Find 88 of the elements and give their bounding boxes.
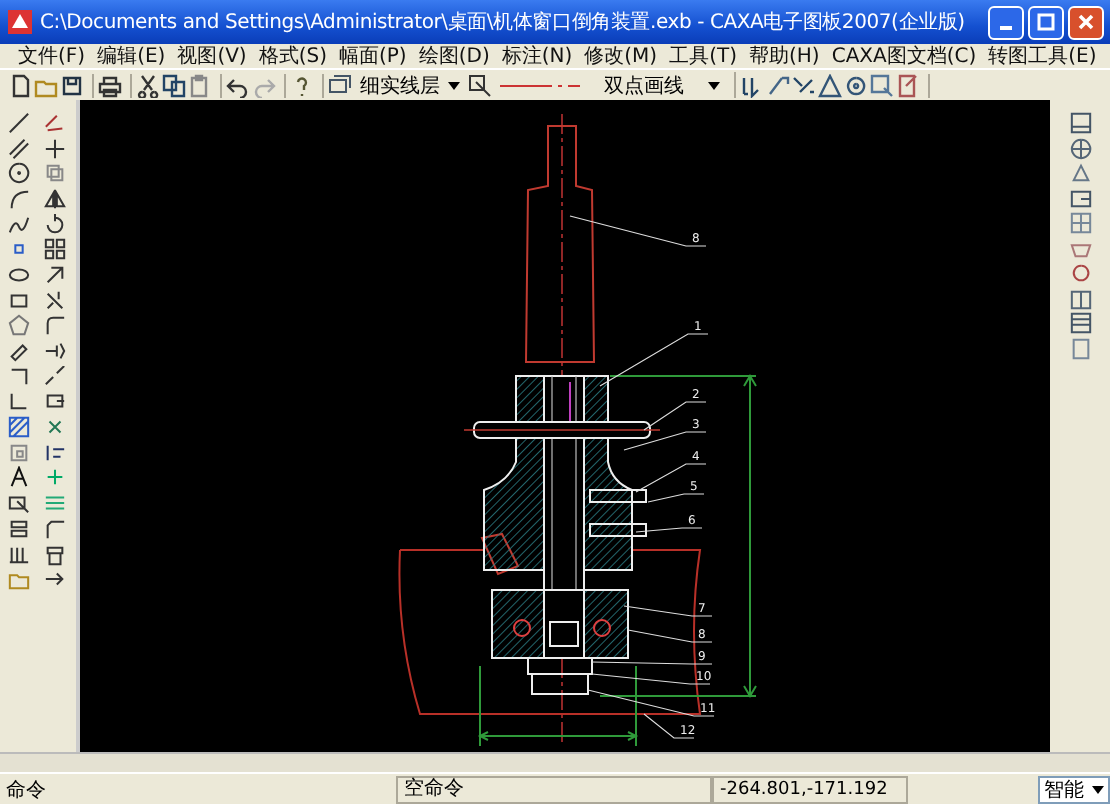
layer-list-icon[interactable] (7, 517, 29, 540)
polygon-icon[interactable] (7, 314, 29, 337)
maximize-button[interactable] (1028, 5, 1064, 39)
text-icon[interactable] (7, 466, 29, 489)
scale-icon[interactable] (43, 263, 65, 286)
spline-icon[interactable] (7, 213, 29, 236)
line-icon[interactable] (7, 111, 29, 134)
leader-line (591, 661, 713, 665)
cone-icon[interactable] (1069, 162, 1091, 184)
parallel-line-icon[interactable] (7, 137, 29, 160)
menu-item[interactable]: 标注(N) (495, 42, 579, 70)
mirror-icon[interactable] (43, 187, 65, 210)
sheet-icon[interactable] (1069, 337, 1091, 359)
new-file-icon[interactable] (8, 73, 32, 97)
command-status: 空命令 (396, 775, 712, 803)
coordinates-readout: -264.801,-171.192 (712, 775, 908, 803)
edit-sheet-icon[interactable] (896, 73, 920, 97)
node-icon[interactable] (43, 466, 65, 489)
window-title: C:\Documents and Settings\Administrator\桌面\机体窗口倒角装置.exb - CAXA电子图板2007(企业版) (40, 9, 967, 36)
extend-icon[interactable] (43, 340, 65, 363)
menu-item[interactable]: 帮助(H) (743, 42, 826, 70)
leader-line (635, 527, 703, 533)
book-icon[interactable] (1069, 287, 1091, 309)
caret-icon (1092, 785, 1104, 793)
trim-icon[interactable] (43, 289, 65, 312)
minimize-button[interactable] (988, 5, 1024, 39)
command-prompt: 命令 (6, 777, 48, 803)
menu-item[interactable]: CAXA图文档(C) (825, 42, 983, 70)
cut-icon[interactable] (136, 73, 160, 97)
caret-icon (708, 81, 720, 89)
maximize-icon (1034, 10, 1058, 34)
move-icon[interactable] (43, 137, 65, 160)
fillet-icon[interactable] (43, 314, 65, 337)
close-icon (1074, 10, 1098, 34)
break-icon[interactable] (43, 365, 65, 388)
minimize-icon (1000, 26, 1012, 30)
menu-item[interactable]: 绘图(D) (412, 42, 496, 70)
triangle-icon[interactable] (818, 73, 842, 97)
save-icon[interactable] (60, 73, 84, 97)
corner-icon[interactable] (7, 390, 29, 413)
menu-item[interactable]: 修改(M) (578, 42, 664, 70)
layers-icon[interactable] (328, 73, 352, 97)
linetype-icon[interactable] (468, 73, 492, 97)
leader-line (591, 673, 711, 685)
arc-icon[interactable] (7, 187, 29, 210)
eraser-icon[interactable] (7, 340, 29, 363)
undo-icon[interactable] (226, 73, 250, 97)
rotate-icon[interactable] (43, 213, 65, 236)
stretch-icon[interactable] (43, 390, 65, 413)
menu-item[interactable]: 编辑(E) (91, 42, 172, 70)
menu-item[interactable]: 工具(T) (663, 42, 744, 70)
align-icon[interactable] (43, 441, 65, 464)
drawing-frame-icon[interactable] (1069, 112, 1091, 134)
layer-dropdown[interactable]: 细实线层 (354, 72, 466, 98)
chamfer-icon[interactable] (43, 517, 65, 540)
leader-line (627, 629, 713, 643)
zoom-window-icon[interactable] (870, 73, 894, 97)
menu-item[interactable]: 文件(F) (12, 42, 92, 70)
app-icon (6, 8, 34, 36)
close-button[interactable] (1068, 5, 1104, 39)
leader-line (623, 605, 713, 617)
copy-icon[interactable] (162, 73, 186, 97)
hatch-icon[interactable] (7, 416, 29, 439)
menu-item[interactable]: 视图(V) (171, 42, 253, 70)
snap-mode-dropdown[interactable]: 智能 (1038, 775, 1110, 803)
title-block-icon[interactable] (1069, 187, 1091, 209)
array-icon[interactable] (43, 238, 65, 261)
rectangle-icon[interactable] (7, 289, 29, 312)
caret-icon (448, 81, 460, 89)
linetype-dropdown[interactable]: 双点画线 (494, 72, 726, 98)
menu-item[interactable]: 幅面(P) (333, 42, 413, 70)
parts-list-icon[interactable] (1069, 312, 1091, 334)
explode-icon[interactable] (43, 416, 65, 439)
menu-item[interactable]: 格式(S) (252, 42, 333, 70)
bolt-icon[interactable] (43, 543, 65, 566)
globe-icon[interactable] (1069, 137, 1091, 159)
leader-line (569, 215, 707, 247)
bracket-icon[interactable] (7, 365, 29, 388)
leader-line (599, 333, 709, 387)
menu-item[interactable]: 转图工具(E) (982, 42, 1103, 70)
line-node-icon[interactable] (766, 73, 790, 97)
table-icon[interactable] (1069, 212, 1091, 234)
print-icon[interactable] (98, 73, 122, 97)
dimension-icon[interactable] (43, 111, 65, 134)
measure-icon[interactable] (792, 73, 816, 97)
arrow-icon[interactable] (43, 568, 65, 591)
line-preview-icon (500, 81, 580, 89)
image-icon[interactable] (7, 492, 29, 515)
